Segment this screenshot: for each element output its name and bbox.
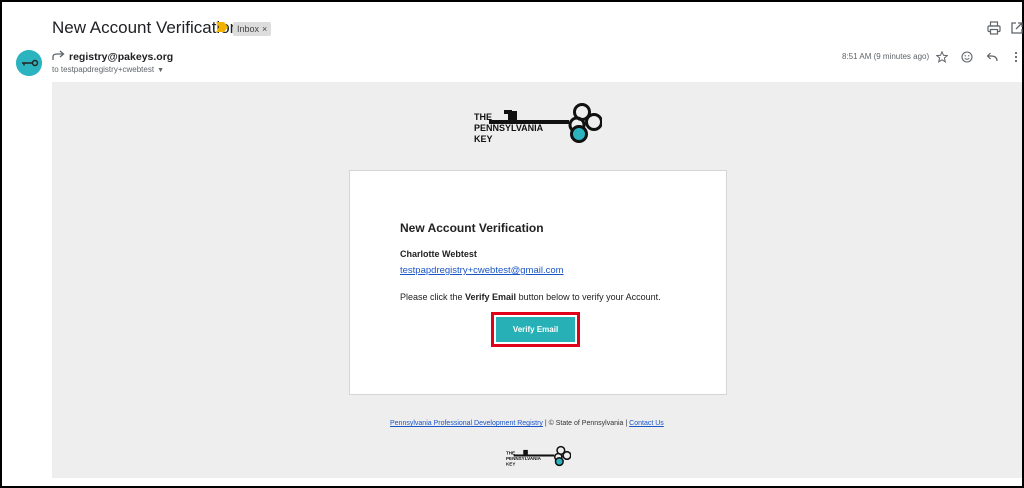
inbox-label-text: Inbox bbox=[237, 24, 260, 34]
key-logo-icon: THE PENNSYLVANIA KEY bbox=[474, 103, 602, 144]
pdr-link[interactable]: Pennsylvania Professional Development Re… bbox=[390, 420, 543, 427]
verification-card: New Account Verification Charlotte Webte… bbox=[349, 170, 727, 395]
print-icon[interactable] bbox=[987, 21, 1001, 35]
instruction-text-start: Please click the bbox=[400, 292, 466, 302]
logo-small-key: KEY bbox=[506, 462, 515, 467]
instruction-text-bold: Verify Email bbox=[465, 292, 517, 302]
logo-text-key: KEY bbox=[474, 134, 493, 144]
recipient-details[interactable]: to testpapdregistry+cwebtest ▼ bbox=[52, 65, 164, 74]
footer-separator: | © State of Pennsylvania | bbox=[542, 420, 630, 427]
sender-email: registry@pakeys.org bbox=[69, 51, 174, 63]
contact-us-link[interactable]: Contact Us bbox=[629, 420, 664, 427]
chevron-down-icon[interactable]: ▼ bbox=[157, 67, 164, 74]
emoji-icon[interactable] bbox=[961, 51, 973, 63]
reply-icon[interactable] bbox=[986, 51, 998, 63]
message-timestamp: 8:51 AM (9 minutes ago) bbox=[842, 52, 930, 61]
screen-frame: New Account Verification Inbox × registry… bbox=[0, 0, 1024, 488]
important-marker-icon[interactable] bbox=[216, 22, 228, 32]
more-vert-icon[interactable] bbox=[1010, 51, 1022, 63]
star-icon[interactable] bbox=[936, 51, 948, 63]
inbox-label-chip[interactable]: Inbox × bbox=[233, 22, 272, 36]
key-logo-small-icon: THE PENNSYLVANIA KEY bbox=[506, 445, 571, 467]
card-title: New Account Verification bbox=[400, 221, 544, 235]
instruction-text-end: button below to verify your Account. bbox=[516, 292, 661, 302]
email-subject: New Account Verification bbox=[52, 18, 240, 37]
logo-text-pennsylvania: PENNSYLVANIA bbox=[474, 123, 544, 133]
reply-arrow-icon bbox=[52, 50, 65, 60]
email-footer: Pennsylvania Professional Development Re… bbox=[390, 420, 664, 427]
recipient-name: Charlotte Webtest bbox=[400, 249, 477, 259]
instruction-text: Please click the Verify Email button bel… bbox=[400, 292, 661, 302]
remove-label-icon[interactable]: × bbox=[262, 24, 267, 34]
recipient-email-link[interactable]: testpapdregistry+cwebtest@gmail.com bbox=[400, 265, 564, 276]
logo-small-pennsylvania: PENNSYLVANIA bbox=[506, 456, 542, 461]
sender-avatar bbox=[16, 50, 42, 76]
verify-email-button[interactable]: Verify Email bbox=[496, 317, 575, 342]
open-new-window-icon[interactable] bbox=[1010, 21, 1024, 35]
recipient-text: to testpapdregistry+cwebtest bbox=[52, 65, 155, 74]
